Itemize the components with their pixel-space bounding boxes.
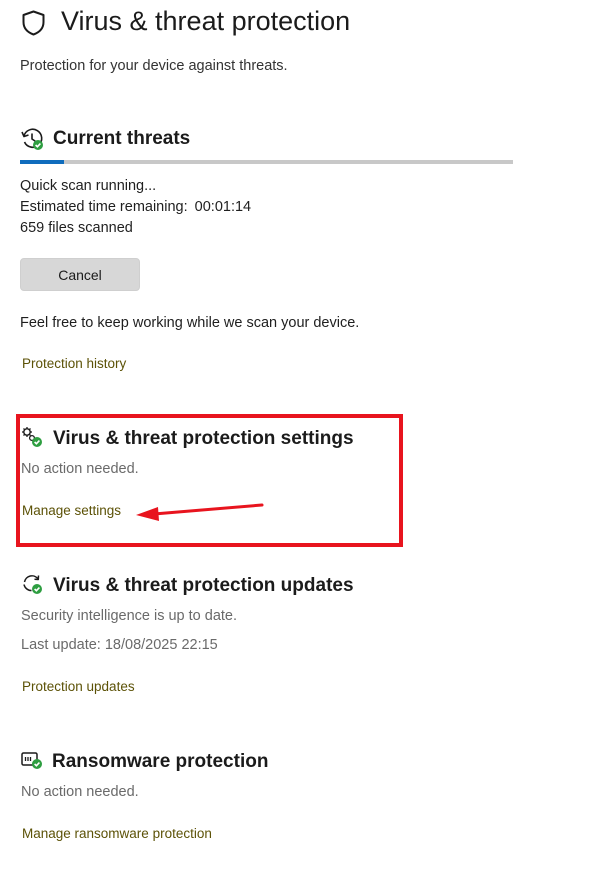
time-remaining-label: Estimated time remaining:: [20, 199, 188, 215]
annotation-highlight-box: [16, 414, 403, 547]
time-remaining-value: 00:01:14: [194, 199, 252, 215]
clock-refresh-icon: [20, 127, 44, 151]
annotation-arrow-icon: [130, 496, 270, 526]
cancel-button[interactable]: Cancel: [20, 258, 140, 291]
scan-status: Quick scan running...: [20, 178, 157, 194]
page-title: Virus & threat protection: [61, 6, 351, 36]
ransomware-check-icon: [21, 751, 43, 771]
last-update: Last update: 18/08/2025 22:15: [21, 637, 218, 653]
updates-status: Security intelligence is up to date.: [21, 608, 238, 624]
refresh-check-icon: [21, 573, 43, 595]
current-threats-title: Current threats: [53, 128, 191, 149]
scan-note: Feel free to keep working while we scan …: [20, 315, 360, 331]
time-remaining: Estimated time remaining: 00:01:14: [20, 199, 251, 215]
manage-ransomware-link[interactable]: Manage ransomware protection: [22, 826, 212, 841]
files-scanned: 659 files scanned: [20, 220, 133, 236]
ransomware-status: No action needed.: [21, 784, 139, 800]
scan-progress-fill: [20, 160, 65, 164]
shield-icon: [21, 10, 46, 36]
page-subtitle: Protection for your device against threa…: [20, 58, 288, 74]
updates-section-title: Virus & threat protection updates: [53, 575, 354, 596]
ransomware-section-title: Ransomware protection: [52, 751, 269, 772]
protection-history-link[interactable]: Protection history: [22, 356, 126, 371]
scan-progress-bar: [20, 160, 513, 164]
protection-updates-link[interactable]: Protection updates: [22, 679, 135, 694]
